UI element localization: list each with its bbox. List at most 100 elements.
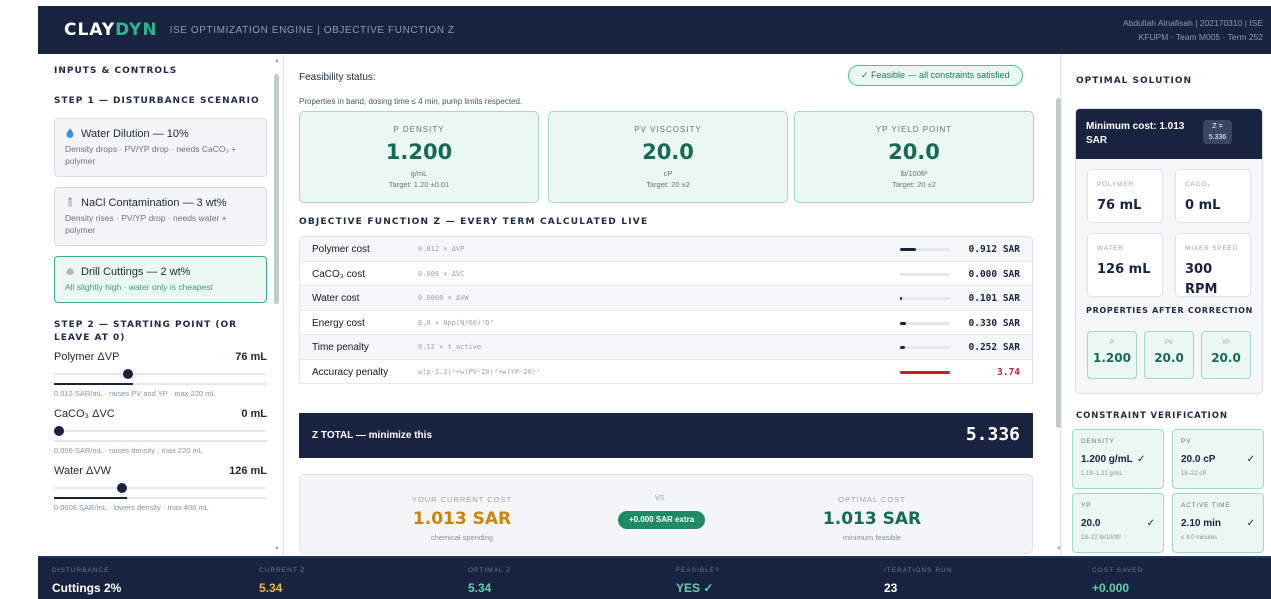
footer-stat-label: ITERATIONS RUN	[884, 567, 953, 574]
term-share-bar	[900, 297, 950, 300]
term-row: Water cost 0.0008 × ΔVW 0.101 SAR	[300, 286, 1032, 311]
footer-stat: FEASIBLE? YES ✓	[676, 558, 866, 599]
slider-note: 0.006 SAR/mL · raises density · max 220 …	[54, 446, 203, 455]
user-info: Abdullah Alnafisah | 202170310 | ISE KFU…	[1122, 18, 1263, 42]
slider-label: Polymer ΔVP	[54, 351, 120, 363]
optimal-caco3: CACO₃ 0 mL	[1175, 169, 1251, 223]
slider-group: Water ΔVW 126 mL 0.0008 SAR/mL · lowers de…	[54, 465, 267, 512]
scroll-down-arrow-icon[interactable]: ▼	[274, 546, 280, 552]
slider-list: Polymer ΔVP 76 mL 0.012 SAR/mL · raises PV…	[54, 351, 267, 512]
prop-yp: YP 20.0	[1201, 331, 1251, 379]
slider-handle[interactable]	[54, 426, 64, 436]
verify-yp: YP 20.0 ✓ 18–22 lb/100ft²	[1072, 493, 1164, 553]
term-value: 0.101 SAR	[968, 293, 1020, 304]
optimal-water: WATER 126 mL	[1087, 233, 1163, 297]
slider-handle[interactable]	[123, 369, 133, 379]
footer-stat-value: Cuttings 2%	[52, 581, 122, 595]
status-footer: DISTURBANCE Cuttings 2% CURRENT Z 5.34 OPTIM…	[38, 556, 1271, 599]
metric-density: Ρ DENSITY 1.200 g/mL Target: 1.20 ±0.01	[299, 111, 539, 203]
scenario-card[interactable]: Drill Cuttings — 2 wt% All slightly high …	[54, 256, 267, 303]
term-formula: 0.006 × ΔVC	[418, 269, 465, 278]
term-name: Time penalty	[312, 342, 369, 353]
z-total-label: Z TOTAL — minimize this	[312, 430, 433, 441]
term-row: Polymer cost 0.012 × ΔVP 0.912 SAR	[300, 237, 1032, 262]
terms-table: Polymer cost 0.012 × ΔVP 0.912 SAR CaCO₃ co…	[299, 236, 1033, 384]
objective-title: OBJECTIVE FUNCTION Z — EVERY TERM CALCUL…	[299, 217, 649, 227]
slider-label: Water ΔVW	[54, 465, 112, 477]
z-total-value: 5.336	[965, 424, 1020, 445]
term-name: Accuracy penalty	[312, 366, 389, 378]
solution-panel: OPTIMAL SOLUTION Minimum cost: 1.013 SAR…	[1062, 54, 1271, 556]
verify-pv: PV 20.0 cP ✓ 18–22 cP	[1172, 429, 1264, 489]
scenario-title: Water Dilution — 10%	[81, 128, 189, 140]
slider-track[interactable]	[54, 367, 267, 379]
term-formula: 0.0008 × ΔVW	[418, 294, 469, 302]
footer-stat: ITERATIONS RUN 23	[884, 558, 1074, 599]
term-value: 0.330 SAR	[968, 317, 1020, 329]
prop-pv: PV 20.0	[1144, 331, 1194, 379]
check-icon: ✓	[1246, 454, 1255, 465]
optimal-cost-value: 1.013 SAR	[822, 509, 922, 529]
droplet-icon	[65, 128, 75, 138]
term-value: 3.74	[997, 366, 1020, 378]
feasibility-note: Properties in band, dosing time ≤ 4 min,…	[299, 97, 523, 106]
optimal-cost-sub: minimum feasible	[842, 533, 902, 542]
term-formula: w(ρ-1.2)²+w(PV-20)²+w(YP-20)²	[418, 367, 541, 376]
term-row: Accuracy penalty w(ρ-1.2)²+w(PV-20)²+w(YP…	[300, 360, 1032, 384]
term-formula: 0.012 × ΔVP	[418, 245, 465, 253]
current-cost-sub: chemical spending	[430, 533, 494, 542]
properties-after-title: PROPERTIES AFTER CORRECTION	[1086, 306, 1254, 315]
cost-comparison: YOUR CURRENT COST 1.013 SAR chemical spe…	[299, 474, 1033, 554]
inputs-title: INPUTS & CONTROLS	[54, 66, 178, 76]
term-row: Energy cost 8.0 × Npp(N/60)³D⁵ 0.330 SAR	[300, 311, 1032, 335]
inputs-panel: INPUTS & CONTROLS STEP 1 — DISTURBANCE S…	[38, 54, 284, 556]
footer-stat-label: COST SAVED	[1092, 567, 1144, 574]
check-icon: ✓	[1246, 518, 1255, 529]
slider-handle[interactable]	[117, 483, 127, 493]
left-scroll-thumb[interactable]	[274, 74, 279, 304]
slider-group: Polymer ΔVP 76 mL 0.012 SAR/mL · raises PV…	[54, 351, 267, 398]
scroll-up-arrow-icon[interactable]: ▲	[274, 58, 280, 64]
scenario-desc: All slightly high · water only is cheape…	[65, 282, 213, 292]
term-share-bar	[900, 248, 950, 251]
slider-label: CaCO₃ ΔVC	[54, 408, 115, 420]
optimal-head: Minimum cost: 1.013 SAR Z = 5.336	[1076, 109, 1262, 159]
top-header: CLAYDYN ISE OPTIMIZATION ENGINE | OBJECT…	[38, 6, 1271, 54]
optimal-solution-title: OPTIMAL SOLUTION	[1076, 76, 1193, 86]
slider-track[interactable]	[54, 424, 267, 436]
optimal-polymer: POLYMER 76 mL	[1087, 169, 1163, 223]
current-cost-label: YOUR CURRENT COST	[411, 495, 513, 504]
slider-track[interactable]	[54, 481, 267, 493]
check-icon: ✓	[1137, 454, 1146, 465]
scenario-desc: Density rises · PV/YP drop · needs water…	[65, 213, 227, 235]
term-formula: 0.12 × t_active	[418, 343, 482, 351]
term-share-bar	[900, 370, 950, 374]
optimal-solution-box: Minimum cost: 1.013 SAR Z = 5.336 POLYMER…	[1075, 108, 1263, 394]
z-value-chip: Z = 5.336	[1203, 120, 1232, 144]
main-scroll-thumb[interactable]	[1056, 98, 1061, 428]
term-share-bar	[900, 346, 950, 349]
slider-value: 76 mL	[235, 351, 267, 363]
footer-stat-label: OPTIMAL Z	[468, 567, 512, 574]
scenario-title: Drill Cuttings — 2 wt%	[81, 266, 191, 278]
scenario-card[interactable]: Water Dilution — 10% Density drops · PV/Y…	[54, 118, 267, 177]
footer-stat-value: 23	[884, 581, 898, 595]
main-panel: Feasibility status: ✓ Feasible — all con…	[284, 54, 1061, 556]
footer-stat-value: 5.34	[468, 581, 492, 595]
rock-icon	[65, 266, 75, 276]
term-row: CaCO₃ cost 0.006 × ΔVC 0.000 SAR	[300, 262, 1032, 286]
term-value: 0.912 SAR	[968, 244, 1020, 255]
term-value: 0.000 SAR	[968, 268, 1020, 280]
left-scrollbar[interactable]: ▲ ▼	[274, 58, 280, 554]
check-icon: ✓	[1146, 518, 1155, 529]
footer-stat-label: FEASIBLE?	[676, 567, 720, 574]
scenario-card[interactable]: NaCl Contamination — 3 wt% Density rises …	[54, 187, 267, 246]
term-share-bar	[900, 272, 950, 276]
current-cost-value: 1.013 SAR	[412, 509, 512, 529]
slider-progress	[54, 440, 267, 442]
app-window: CLAYDYN ISE OPTIMIZATION ENGINE | OBJECT…	[38, 6, 1271, 599]
slider-progress	[54, 497, 267, 499]
metric-yield-point: YP YIELD POINT 20.0 lb/100ft² Target: 20…	[794, 111, 1034, 203]
term-name: CaCO₃ cost	[312, 268, 365, 280]
minimum-cost-label: Minimum cost: 1.013 SAR	[1086, 121, 1185, 146]
